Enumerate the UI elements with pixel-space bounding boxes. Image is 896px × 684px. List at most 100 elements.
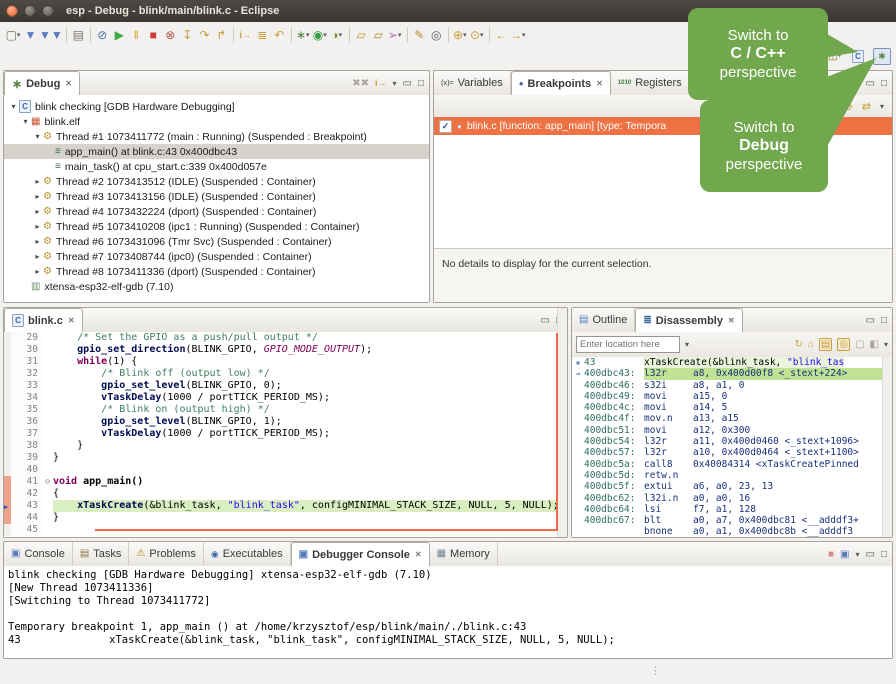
tab-registers[interactable]: 1010Registers	[611, 71, 690, 95]
code-line[interactable]: 37 vTaskDelay(1000 / portTICK_PERIOD_MS)…	[4, 428, 567, 440]
disasm-row[interactable]: 400dbc51:movia12, 0x300	[572, 425, 892, 436]
link-with-debug-view-icon[interactable]: ⇄	[862, 100, 871, 113]
minimize-icon[interactable]: ▭	[403, 78, 412, 89]
display-selected-console-icon[interactable]: ▣	[840, 549, 849, 560]
disasm-row[interactable]: 400dbc5d:retw.n	[572, 470, 892, 481]
disassembly-scrollbar[interactable]	[882, 357, 892, 537]
disasm-source-line[interactable]: ▪43xTaskCreate(&blink_task, "blink_tas	[572, 357, 892, 368]
show-debug-filters-icon[interactable]: ≣	[254, 25, 271, 45]
tab-breakpoints[interactable]: ●Breakpoints✕	[511, 71, 611, 96]
run-launch-icon[interactable]: ◉▾	[312, 25, 329, 45]
terminate-icon[interactable]: ■	[145, 25, 162, 45]
code-line[interactable]: 39}	[4, 452, 567, 464]
breakpoints-menu-icon[interactable]: ▾	[880, 102, 884, 111]
search-icon[interactable]: ◎	[428, 25, 445, 45]
maximize-icon[interactable]: □	[881, 78, 887, 89]
disasm-row[interactable]: 400dbc4f:mov.na13, a15	[572, 413, 892, 424]
expand-arrow-icon[interactable]: ▸	[32, 222, 43, 231]
launch-target-icon[interactable]: ➢▾	[387, 25, 404, 45]
tree-item[interactable]: ▸⚙Thread #2 1073413512 (IDLE) (Suspended…	[4, 174, 429, 189]
tab-executables[interactable]: ◉Executables	[204, 542, 291, 566]
tab-blink-c[interactable]: Cblink.c✕	[4, 308, 83, 333]
disasm-row[interactable]: 400dbc54:l32ra11, 0x400d0460 <_stext+109…	[572, 436, 892, 447]
expand-all-icon[interactable]: ⊕	[844, 100, 853, 113]
disasm-row[interactable]: 400dbc4c:movia14, 5	[572, 402, 892, 413]
tab-memory[interactable]: ▦Memory	[430, 542, 498, 566]
minimize-icon[interactable]: ▭	[866, 78, 875, 89]
forward-icon[interactable]: →▾	[510, 25, 527, 45]
disconnect-icon[interactable]: ⊗	[162, 25, 179, 45]
code-editor[interactable]: 29 /* Set the GPIO as a push/pull output…	[4, 332, 567, 537]
dropdown-arrow-icon[interactable]: ▾	[398, 31, 402, 39]
debug-perspective-icon[interactable]: ∗	[873, 48, 891, 65]
code-line[interactable]: 32 /* Blink off (output low) */	[4, 368, 567, 380]
location-dropdown-icon[interactable]: ▾	[685, 340, 689, 349]
expand-arrow-icon[interactable]: ▾	[32, 132, 43, 141]
close-icon[interactable]: ✕	[596, 79, 603, 88]
tab-tasks[interactable]: ▤Tasks	[73, 542, 130, 566]
instruction-stepping-icon[interactable]: i→	[237, 25, 254, 45]
tree-item[interactable]: ▥xtensa-esp32-elf-gdb (7.10)	[4, 279, 429, 294]
console-dropdown-icon[interactable]: ▾	[855, 550, 859, 559]
expand-arrow-icon[interactable]: ▸	[32, 267, 43, 276]
expand-arrow-icon[interactable]: ▸	[32, 252, 43, 261]
code-line[interactable]: 31 while(1) {	[4, 356, 567, 368]
pin-view-icon[interactable]: ◧	[870, 339, 879, 350]
dropdown-arrow-icon[interactable]: ▾	[480, 31, 484, 39]
code-line[interactable]: 44}	[4, 512, 567, 524]
expand-arrow-icon[interactable]: ▸	[32, 237, 43, 246]
console-output[interactable]: blink checking [GDB Hardware Debugging] …	[4, 566, 892, 658]
last-edit-location-icon[interactable]: ⊙▾	[469, 25, 486, 45]
step-into-icon[interactable]: ↧	[179, 25, 196, 45]
disasm-row[interactable]: 400dbc64:lsif7, a1, 128	[572, 504, 892, 515]
tree-item[interactable]: ▾⚙Thread #1 1073411772 (main : Running) …	[4, 129, 429, 144]
code-line[interactable]: 42{	[4, 488, 567, 500]
dropdown-arrow-icon[interactable]: ▾	[522, 31, 526, 39]
resume-icon[interactable]: ▶	[111, 25, 128, 45]
terminate-icon[interactable]: ■	[828, 549, 834, 560]
window-maximize-button[interactable]	[42, 5, 54, 17]
refresh-icon[interactable]: ↻	[794, 339, 802, 350]
code-line[interactable]: 29 /* Set the GPIO as a push/pull output…	[4, 332, 567, 344]
code-line[interactable]: 45	[4, 524, 567, 536]
step-over-icon[interactable]: ↷	[196, 25, 213, 45]
tree-item[interactable]: ▸⚙Thread #8 1073411336 (dport) (Suspende…	[4, 264, 429, 279]
save-all-icon[interactable]: ▼▼	[39, 25, 63, 45]
tab-debug[interactable]: ∗Debug✕	[4, 71, 80, 96]
code-line[interactable]: 36 gpio_set_level(BLINK_GPIO, 1);	[4, 416, 567, 428]
disasm-row[interactable]: 400dbc57:l32ra10, 0x400d0464 <_stext+110…	[572, 447, 892, 458]
tab-variables[interactable]: (x)=Variables	[434, 71, 511, 95]
expand-arrow-icon[interactable]: ▸	[32, 207, 43, 216]
suspend-icon[interactable]: ‖	[128, 25, 145, 45]
window-close-button[interactable]	[6, 5, 18, 17]
code-line[interactable]: 33 gpio_set_level(BLINK_GPIO, 0);	[4, 380, 567, 392]
code-line[interactable]: 38 }	[4, 440, 567, 452]
cpp-perspective-icon[interactable]: C	[850, 49, 866, 64]
disasm-row[interactable]: 400dbc5a:call80x40084314 <xTaskCreatePin…	[572, 459, 892, 470]
close-icon[interactable]: ✕	[68, 316, 75, 325]
tree-item[interactable]: ▸⚙Thread #3 1073413156 (IDLE) (Suspended…	[4, 189, 429, 204]
remove-all-terminated-icon[interactable]: ✖✖	[352, 78, 369, 89]
tree-item[interactable]: ▸⚙Thread #4 1073432224 (dport) (Suspende…	[4, 204, 429, 219]
tab-disassembly[interactable]: ≣Disassembly✕	[635, 308, 742, 333]
debug-launch-icon[interactable]: ∗▾	[295, 25, 312, 45]
maximize-icon[interactable]: □	[881, 315, 887, 326]
expand-arrow-icon[interactable]: ▸	[32, 192, 43, 201]
maximize-icon[interactable]: □	[418, 78, 424, 89]
build-icon[interactable]: ▤	[70, 25, 87, 45]
code-line[interactable]: 30 gpio_set_direction(BLINK_GPIO, GPIO_M…	[4, 344, 567, 356]
format-icon[interactable]: ✎	[411, 25, 428, 45]
tree-item[interactable]: ▸⚙Thread #6 1073431096 (Tmr Svc) (Suspen…	[4, 234, 429, 249]
external-tools-icon[interactable]: ◑▾	[329, 25, 346, 45]
statusbar-grip[interactable]: ⋮	[650, 664, 661, 677]
open-perspective-icon[interactable]: ◫+	[827, 49, 843, 64]
tree-item[interactable]: ▸⚙Thread #7 1073408744 (ipc0) (Suspended…	[4, 249, 429, 264]
dropdown-arrow-icon[interactable]: ▾	[339, 31, 343, 39]
disasm-row[interactable]: 400dbc67:blta0, a7, 0x400dbc81 <__adddf3…	[572, 515, 892, 526]
back-icon[interactable]: ←	[493, 25, 510, 45]
breakpoint-checkbox[interactable]: ✓	[439, 120, 452, 133]
drop-to-frame-icon[interactable]: ↶	[271, 25, 288, 45]
close-icon[interactable]: ✕	[415, 550, 422, 559]
minimize-icon[interactable]: ▭	[541, 315, 550, 326]
disasm-row[interactable]: ⇒400dbc43:l32ra8, 0x400d00f8 <_stext+224…	[572, 368, 892, 379]
